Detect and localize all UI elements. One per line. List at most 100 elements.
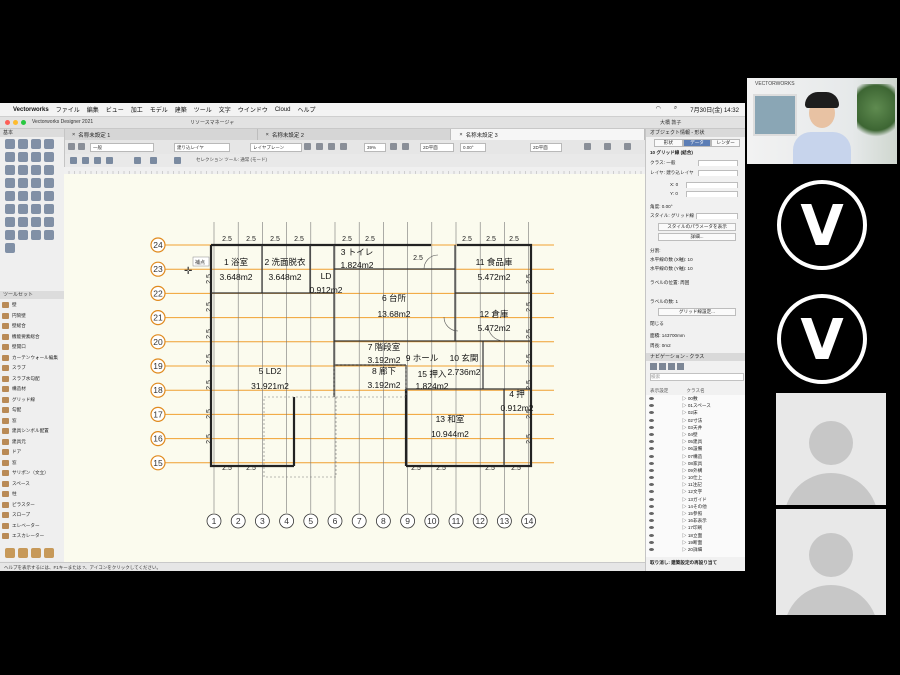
polyline-tool-icon[interactable]	[44, 178, 54, 188]
menu-model[interactable]: モデル	[150, 105, 168, 114]
view-icon[interactable]	[134, 157, 141, 164]
eye-icon[interactable]	[649, 512, 654, 515]
snap-icon[interactable]	[584, 143, 591, 150]
circle-tool-icon[interactable]	[5, 178, 15, 188]
flyover-tool-icon[interactable]	[44, 139, 54, 149]
eye-icon[interactable]	[649, 526, 654, 530]
view-icon[interactable]	[677, 363, 684, 370]
eye-icon[interactable]	[649, 540, 654, 544]
field-x[interactable]: X: 0	[650, 181, 742, 188]
arc-tool-icon[interactable]	[18, 178, 28, 188]
line-tool-icon[interactable]	[5, 165, 15, 175]
eye-icon[interactable]	[649, 533, 654, 537]
toolset-item[interactable]: スラブ	[2, 363, 62, 374]
class-dropdown[interactable]: 一般	[90, 143, 154, 152]
class-options-icon[interactable]	[340, 143, 347, 150]
clock[interactable]: 7月30日(金) 14:32	[690, 105, 739, 114]
toolset-item[interactable]: 窓	[2, 458, 62, 469]
participant-tile-3[interactable]	[776, 393, 886, 505]
helix-tool-icon[interactable]	[18, 204, 28, 214]
field-angle[interactable]: 角度: 0.00°	[650, 203, 742, 210]
participant-tile-2[interactable]: V	[747, 288, 897, 388]
back-icon[interactable]	[68, 143, 75, 150]
menu-architect[interactable]: 建築	[175, 105, 187, 114]
rotate-tool-icon[interactable]	[5, 217, 15, 227]
field-hcount-x[interactable]: 水平線の数 (X軸): 10	[650, 256, 742, 263]
class-row[interactable]: ▷ 05建具	[646, 438, 745, 445]
layer-dropdown[interactable]: 建り込レイヤ	[174, 143, 230, 152]
render-dropdown[interactable]: 2D平面	[530, 143, 562, 152]
eye-icon[interactable]	[649, 432, 654, 436]
dimension-tool-icon[interactable]	[31, 152, 41, 162]
layer-icon[interactable]	[659, 363, 666, 370]
split-tool-icon[interactable]	[31, 217, 41, 227]
slab-icon[interactable]	[18, 548, 28, 558]
polygon-tool-icon[interactable]	[31, 191, 41, 201]
class-row[interactable]: ▷ 03天井	[646, 424, 745, 431]
toolset-item[interactable]: 勾配	[2, 405, 62, 416]
toolset-item[interactable]: 壁開口	[2, 342, 62, 353]
eye-icon[interactable]	[649, 468, 654, 472]
fillet-tool-icon[interactable]	[44, 217, 54, 227]
move-tool-icon[interactable]	[18, 217, 28, 227]
text-tool-icon[interactable]	[5, 152, 15, 162]
class-row[interactable]: ▷ 16非表示	[646, 517, 745, 524]
rounded-rect-tool-icon[interactable]	[44, 165, 54, 175]
drawing-canvas[interactable]: 2.5 2.5 2.5 2.5 2.5 2.5 2.5 2.5 2.5 2.5 2.5 2.5 2.5 2…	[64, 167, 645, 563]
menu-window[interactable]: ウインドウ	[238, 105, 268, 114]
tab-render[interactable]: レンダー	[711, 139, 741, 147]
eye-icon[interactable]	[649, 483, 654, 487]
double-line-tool-icon[interactable]	[18, 165, 28, 175]
participant-tile-4[interactable]	[776, 509, 886, 615]
eye-icon[interactable]	[649, 397, 654, 400]
class-row[interactable]: ▷ 17印刷	[646, 524, 745, 531]
select-mode-icon[interactable]	[70, 157, 77, 164]
close-window-button[interactable]	[5, 120, 10, 125]
minimize-window-button[interactable]	[13, 120, 18, 125]
regular-polygon-tool-icon[interactable]	[44, 191, 54, 201]
class-row[interactable]: ▷ 13ガイド	[646, 496, 745, 503]
eye-icon[interactable]	[649, 547, 654, 551]
toolset-item[interactable]: 建具シンボル配置	[2, 426, 62, 437]
palette-icon[interactable]	[604, 143, 611, 150]
view-cube-icon[interactable]	[402, 143, 409, 150]
mirror-tool-icon[interactable]	[44, 204, 54, 214]
details-button[interactable]: 詳細...	[658, 233, 736, 241]
toolset-item[interactable]: 壁	[2, 300, 62, 311]
eye-icon[interactable]	[649, 425, 654, 429]
class-icon[interactable]	[650, 363, 657, 370]
oval-tool-icon[interactable]	[5, 191, 15, 201]
render-icon[interactable]	[304, 143, 311, 150]
menu-view[interactable]: ビュー	[106, 105, 124, 114]
class-row[interactable]: ▷ 07構造	[646, 453, 745, 460]
class-row[interactable]: ▷ 02床	[646, 409, 745, 416]
presenter-video-tile[interactable]: VECTORWORKS	[747, 78, 897, 164]
stair-icon[interactable]	[44, 548, 54, 558]
toolset-item[interactable]: 構造材	[2, 384, 62, 395]
close-button[interactable]: 閉じる	[650, 320, 742, 327]
doc-tab-3[interactable]: × 名称未設定 3	[451, 129, 646, 140]
eye-icon[interactable]	[649, 476, 654, 480]
eye-icon[interactable]	[649, 447, 654, 451]
pan-tool-icon[interactable]	[18, 139, 28, 149]
toolset-item[interactable]: 機能要素総合	[2, 332, 62, 343]
doc-tab-1[interactable]: × 名称未設定 1	[64, 129, 258, 140]
menu-cloud[interactable]: Cloud	[275, 107, 291, 113]
menu-modify[interactable]: 加工	[131, 105, 143, 114]
class-row[interactable]: ▷ 08家具	[646, 460, 745, 467]
toolset-item[interactable]: 窓	[2, 416, 62, 427]
field-style[interactable]: スタイル: グリッド線	[650, 212, 742, 219]
field-y[interactable]: Y: 0	[650, 190, 742, 197]
eye-icon[interactable]	[649, 418, 654, 422]
menu-text[interactable]: 文字	[219, 105, 231, 114]
rectangle-tool-icon[interactable]	[31, 165, 41, 175]
nav-search[interactable]: 検索	[650, 373, 744, 381]
lasso-icon[interactable]	[94, 157, 101, 164]
class-row[interactable]: ▷ 19断面	[646, 539, 745, 546]
toolset-item[interactable]: サリポン（文立）	[2, 468, 62, 479]
trim-tool-icon[interactable]	[18, 230, 28, 240]
eye-icon[interactable]	[649, 504, 654, 508]
connect-tool-icon[interactable]	[31, 230, 41, 240]
class-row[interactable]: ▷ 15参照	[646, 510, 745, 517]
show-style-params-button[interactable]: スタイルのパラメータを表示	[658, 223, 736, 231]
